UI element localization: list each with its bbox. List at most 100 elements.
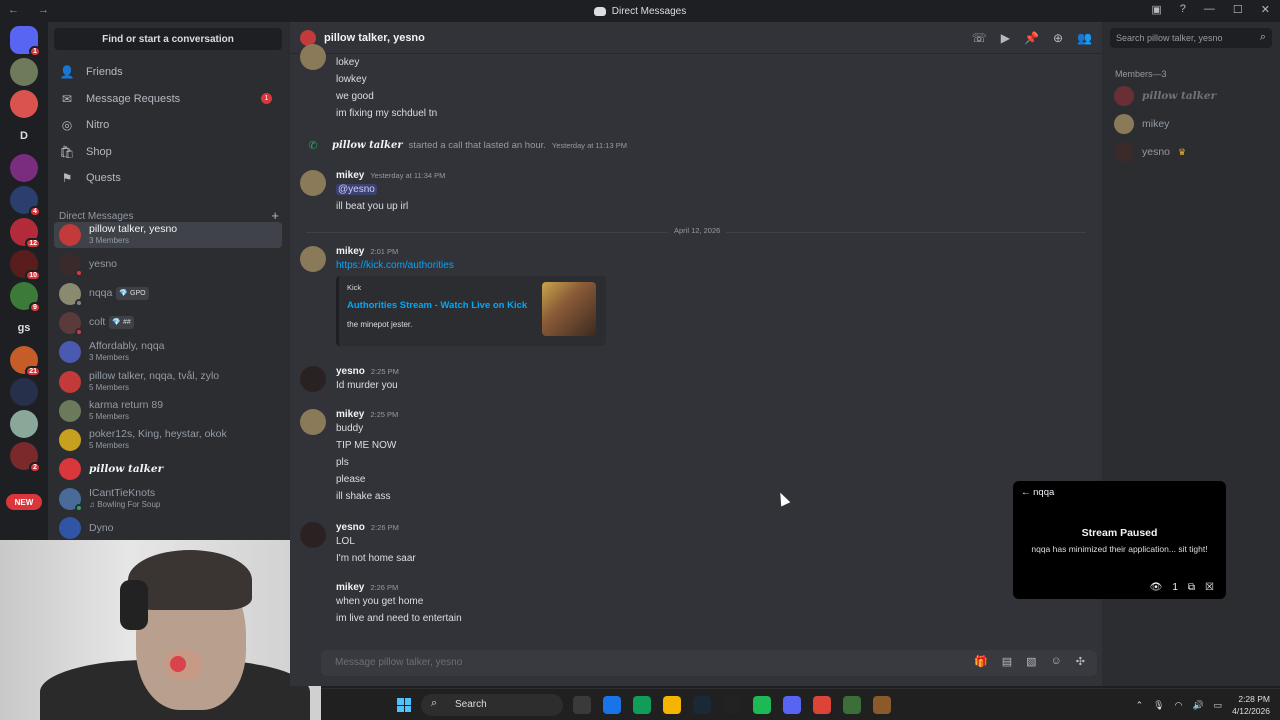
dm-item[interactable]: karma return 89 5 Members (54, 398, 282, 424)
avatar[interactable] (300, 246, 326, 272)
call-author[interactable]: pillow talker (332, 140, 403, 151)
nav-shop[interactable]: 🛍 Shop (54, 140, 282, 164)
battery-icon[interactable]: ▭ (1214, 700, 1223, 711)
server-icon[interactable] (10, 410, 38, 438)
message-input[interactable]: Message pillow talker, yesno 🎁 ▤ ▧ ☺ ✣ (321, 650, 1097, 676)
help-icon[interactable]: ? (1180, 3, 1186, 16)
server-icon[interactable]: gs (10, 314, 38, 342)
member-item[interactable]: yesno ♛ (1114, 142, 1186, 162)
voice-call-icon[interactable]: ☏ (972, 31, 987, 45)
clock[interactable]: 2:28 PM 4/12/2026 (1232, 693, 1270, 717)
close-stream-icon[interactable]: ☒ (1205, 582, 1214, 593)
message-author[interactable]: yesno (336, 366, 365, 377)
new-badge[interactable]: NEW (6, 494, 42, 510)
taskbar-app-icon[interactable] (843, 696, 861, 714)
embed-provider[interactable]: Kick (347, 283, 361, 292)
close-button[interactable]: ✕ (1261, 3, 1270, 16)
pinned-icon[interactable]: 📌 (1024, 31, 1039, 45)
dm-item[interactable]: Affordably, nqqa 3 Members (54, 339, 282, 365)
taskbar-app-icon[interactable] (633, 696, 651, 714)
dm-item[interactable]: pillow talker, nqqa, tvål, zylo 5 Members (54, 369, 282, 395)
message-author[interactable]: mikey (336, 409, 364, 420)
mic-icon[interactable]: 🎙 (1153, 700, 1164, 711)
minimize-button[interactable]: — (1204, 3, 1215, 16)
nav-nitro[interactable]: ◎ Nitro (54, 113, 282, 137)
message-author[interactable]: yesno (336, 522, 365, 533)
member-list-icon[interactable]: 👥 (1077, 31, 1092, 45)
clock-date: 4/12/2026 (1232, 706, 1270, 716)
taskbar-app-icon[interactable] (813, 696, 831, 714)
avatar[interactable] (300, 366, 326, 392)
taskbar-app-icon[interactable] (693, 696, 711, 714)
discord-icon (593, 6, 606, 16)
emoji-icon[interactable]: ☺ (1051, 655, 1062, 668)
server-icon[interactable] (10, 58, 38, 86)
popout-icon[interactable]: ⧉ (1188, 582, 1195, 593)
server-icon[interactable]: 12 (10, 218, 41, 249)
dm-item[interactable]: ICantTieKnots ♫ Bowling For Soup (54, 486, 282, 512)
dm-item[interactable]: colt 💎 ## (54, 310, 282, 336)
video-call-icon[interactable]: ▶ (1001, 31, 1010, 45)
message-link[interactable]: https://kick.com/authorities (336, 260, 454, 271)
taskbar-app-icon[interactable] (723, 696, 741, 714)
avatar[interactable] (300, 522, 326, 548)
create-dm-icon[interactable]: + (271, 209, 279, 222)
server-icon[interactable]: 10 (10, 250, 41, 281)
member-item[interactable]: pillow talker (1114, 86, 1216, 106)
apps-icon[interactable]: ✣ (1076, 655, 1085, 668)
server-icon[interactable]: 2 (10, 442, 41, 473)
dm-subtext: 5 Members (89, 411, 130, 421)
find-conversation-button[interactable]: Find or start a conversation (54, 28, 282, 50)
server-icon[interactable] (10, 154, 38, 182)
message-author[interactable]: mikey (336, 170, 364, 181)
taskbar-app-icon[interactable] (873, 696, 891, 714)
embed-title[interactable]: Authorities Stream - Watch Live on Kick (347, 300, 527, 311)
avatar[interactable] (300, 170, 326, 196)
stream-back-button[interactable]: ← nqqa (1021, 487, 1054, 498)
home-button[interactable]: 1 (10, 26, 41, 57)
server-icon[interactable]: 9 (10, 282, 41, 313)
server-icon[interactable]: 21 (10, 346, 41, 377)
taskbar-app-icon[interactable] (753, 696, 771, 714)
taskbar-search[interactable]: ⌕ Search (421, 694, 563, 716)
dm-item[interactable]: nqqa 💎 GPO (54, 281, 282, 307)
maximize-button[interactable]: ☐ (1233, 3, 1243, 16)
dm-subtext: ♫ Bowling For Soup (89, 499, 161, 509)
gif-icon[interactable]: ▤ (1002, 655, 1012, 668)
volume-icon[interactable]: 🔊 (1192, 700, 1203, 711)
gift-icon[interactable]: 🎁 (974, 655, 988, 668)
dm-item[interactable]: yesno (54, 251, 282, 278)
avatar[interactable] (300, 44, 326, 70)
sticker-icon[interactable]: ▧ (1026, 655, 1036, 668)
server-icon[interactable]: 4 (10, 186, 41, 217)
member-item[interactable]: mikey (1114, 114, 1169, 134)
search-input[interactable]: Search pillow talker, yesno ⌕ (1110, 28, 1272, 48)
taskbar-app-icon[interactable] (573, 696, 591, 714)
taskbar-app-icon[interactable] (663, 696, 681, 714)
nav-quests[interactable]: ⚑ Quests (54, 166, 282, 190)
server-icon[interactable] (10, 378, 38, 406)
windows-start-icon[interactable] (397, 698, 411, 712)
dm-item[interactable]: pillow talker (54, 456, 282, 482)
nav-friends[interactable]: 👤 Friends (54, 60, 282, 84)
dm-item[interactable]: Dyno (54, 515, 282, 541)
tray-chevron-icon[interactable]: ⌃ (1136, 700, 1144, 711)
wifi-icon[interactable]: ◠ (1175, 700, 1183, 711)
inbox-icon[interactable]: ▣ (1151, 3, 1161, 16)
dm-item[interactable]: poker12s, King, heystar, okok 5 Members (54, 427, 282, 453)
nav-message-requests[interactable]: ✉ Message Requests 1 (54, 87, 282, 111)
user-mention[interactable]: @yesno (336, 184, 377, 195)
embed-thumbnail[interactable] (542, 282, 596, 336)
history-nav[interactable]: ← → (8, 4, 57, 16)
call-system-message: ✆ pillow talker started a call that last… (300, 139, 627, 152)
message-author[interactable]: mikey (336, 582, 364, 593)
avatar[interactable] (300, 409, 326, 435)
dm-item[interactable]: pillow talker, yesno 3 Members (54, 222, 282, 248)
message-author[interactable]: mikey (336, 246, 364, 257)
taskbar-app-icon[interactable] (603, 696, 621, 714)
taskbar-app-icon[interactable] (783, 696, 801, 714)
server-icon[interactable]: D (10, 122, 38, 150)
add-friends-icon[interactable]: ⊕ (1053, 31, 1063, 45)
chat-title: pillow talker, yesno (324, 31, 425, 44)
server-icon[interactable] (10, 90, 38, 118)
